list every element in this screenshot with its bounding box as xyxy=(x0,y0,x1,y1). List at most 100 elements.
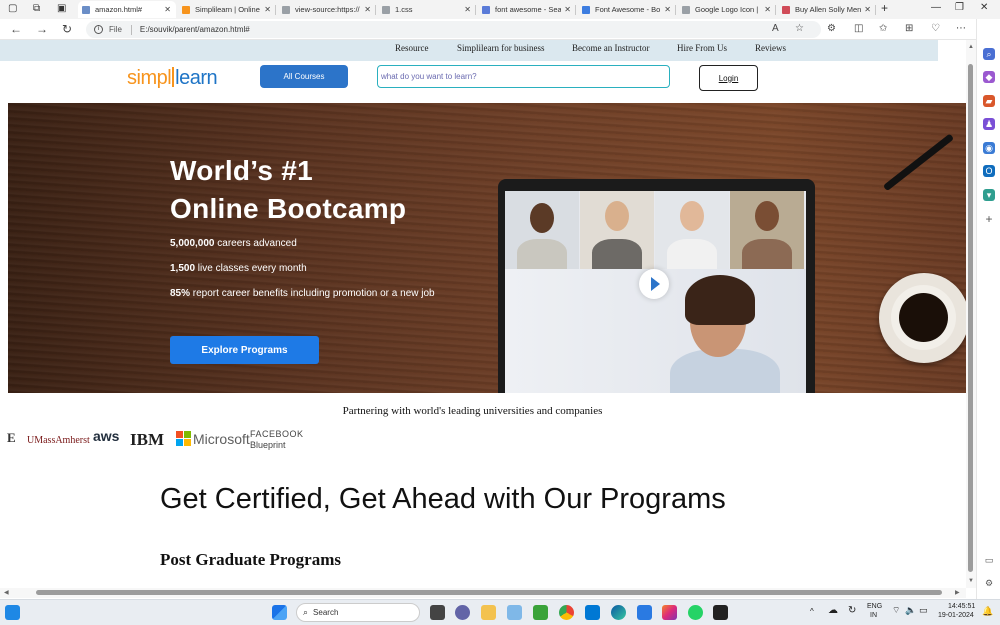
widgets-icon[interactable] xyxy=(5,605,20,620)
nav-reviews-link[interactable]: Reviews xyxy=(755,43,786,53)
tools-icon[interactable]: ▰ xyxy=(983,95,995,107)
browser-tab[interactable]: font awesome - Sea ✕ xyxy=(478,1,576,18)
tab-close-icon[interactable]: ✕ xyxy=(564,5,571,14)
task-view-icon[interactable] xyxy=(430,605,445,620)
wifi-icon[interactable]: ⌔ xyxy=(892,605,900,616)
notification-bell-icon[interactable]: 🔔 xyxy=(982,606,993,617)
games-icon[interactable]: ♟ xyxy=(983,118,995,130)
scroll-down-icon[interactable]: ▼ xyxy=(968,578,974,584)
address-url[interactable]: E:/souvik/parent/amazon.html# xyxy=(140,25,250,34)
edge-taskbar-icon[interactable] xyxy=(611,605,626,620)
office-icon[interactable]: ◉ xyxy=(983,142,995,154)
edge-sidebar: ⌕ ◆ ▰ ♟ ◉ O ▾ + ▭ ⚙ xyxy=(976,19,1000,599)
minimize-icon[interactable]: — xyxy=(931,2,941,13)
terminal-icon[interactable] xyxy=(713,605,728,620)
language-indicator[interactable]: ENG xyxy=(867,603,882,610)
tab-close-icon[interactable]: ✕ xyxy=(364,5,371,14)
show-hidden-icons[interactable]: ^ xyxy=(810,607,814,616)
simplilearn-logo[interactable]: simpl learn xyxy=(127,67,218,90)
taskbar-search[interactable]: ⌕ Search xyxy=(296,603,420,622)
clock-time[interactable]: 14:45:51 xyxy=(948,603,975,610)
logo-bar xyxy=(172,67,175,87)
notepad-icon[interactable] xyxy=(637,605,652,620)
all-courses-button[interactable]: All Courses xyxy=(260,65,348,88)
horizontal-scroll-thumb[interactable] xyxy=(36,590,942,595)
hero-stat-classes: 1,500 live classes every month xyxy=(170,263,307,274)
sidebar-settings-icon[interactable]: ⚙ xyxy=(983,577,995,589)
course-search-input[interactable] xyxy=(377,65,670,88)
nav-hire-link[interactable]: Hire From Us xyxy=(677,43,727,53)
search-sidebar-icon[interactable]: ⌕ xyxy=(983,48,995,60)
xbox-icon[interactable] xyxy=(533,605,548,620)
forward-icon[interactable]: → xyxy=(36,22,48,36)
shopping-icon[interactable]: ◆ xyxy=(983,71,995,83)
back-icon[interactable]: ← xyxy=(10,22,22,36)
nav-resource-link[interactable]: Resource xyxy=(395,43,429,53)
battery-icon[interactable]: ▭ xyxy=(919,605,928,616)
clock-date[interactable]: 19-01-2024 xyxy=(938,612,974,619)
browser-tab[interactable]: Simplilearn | Online ✕ xyxy=(178,1,276,18)
collections-icon[interactable]: ⊞ xyxy=(905,23,913,34)
extensions-icon[interactable]: ⚙ xyxy=(827,23,836,34)
restore-icon[interactable]: ❐ xyxy=(955,2,964,13)
browser-toolbar: ← → ↻ i File E:/souvik/parent/amazon.htm… xyxy=(0,19,1000,40)
tab-close-icon[interactable]: ✕ xyxy=(164,5,171,14)
read-aloud-icon[interactable]: A xyxy=(772,23,779,34)
wood-texture xyxy=(8,103,966,393)
drop-icon[interactable]: ▾ xyxy=(983,189,995,201)
outlook-icon[interactable]: O xyxy=(983,165,995,177)
browser-tab[interactable]: amazon.html# ✕ xyxy=(78,1,176,18)
volume-icon[interactable]: 🔈 xyxy=(905,605,916,616)
add-sidebar-app-icon[interactable]: + xyxy=(983,213,995,225)
workspaces-icon[interactable]: ⧉ xyxy=(33,3,40,14)
nav-business-link[interactable]: Simplilearn for business xyxy=(457,43,545,53)
photos-icon[interactable] xyxy=(507,605,522,620)
login-button[interactable]: Login xyxy=(699,65,758,91)
tab-close-icon[interactable]: ✕ xyxy=(664,5,671,14)
address-bar[interactable]: i File E:/souvik/parent/amazon.html# xyxy=(86,21,821,38)
nav-instructor-link[interactable]: Become an Instructor xyxy=(572,43,649,53)
scroll-right-icon[interactable]: ▶ xyxy=(955,589,960,596)
play-video-button[interactable] xyxy=(639,269,669,299)
taskbar-search-label: Search xyxy=(313,608,339,617)
profile-icon[interactable]: ▢ xyxy=(8,3,17,14)
region-indicator[interactable]: IN xyxy=(870,612,877,619)
vertical-scrollbar[interactable]: ▲ ▼ xyxy=(966,40,976,588)
onedrive-icon[interactable]: ☁ xyxy=(828,605,838,616)
browser-tab[interactable]: view-source:https:// ✕ xyxy=(278,1,376,18)
tab-close-icon[interactable]: ✕ xyxy=(264,5,271,14)
whatsapp-icon[interactable] xyxy=(688,605,703,620)
start-icon[interactable] xyxy=(272,605,287,620)
tab-separator xyxy=(775,5,776,15)
update-icon[interactable]: ↻ xyxy=(848,605,856,616)
tab-close-icon[interactable]: ✕ xyxy=(764,5,771,14)
vertical-scroll-thumb[interactable] xyxy=(968,64,973,572)
favorite-star-icon[interactable]: ☆ xyxy=(795,23,804,34)
tab-actions-icon[interactable]: ▣ xyxy=(57,3,66,14)
sidebar-layout-icon[interactable]: ▭ xyxy=(983,554,995,566)
browser-tab[interactable]: Buy Allen Solly Men ✕ xyxy=(778,1,876,18)
split-screen-icon[interactable]: ◫ xyxy=(854,23,863,34)
instagram-icon[interactable] xyxy=(662,605,677,620)
browser-tab[interactable]: Google Logo Icon | ✕ xyxy=(678,1,776,18)
scroll-up-icon[interactable]: ▲ xyxy=(968,44,974,50)
site-info-icon[interactable]: i xyxy=(94,25,103,34)
explore-programs-button[interactable]: Explore Programs xyxy=(170,336,319,364)
browser-tab[interactable]: Font Awesome - Bo ✕ xyxy=(578,1,676,18)
favorites-icon[interactable]: ✩ xyxy=(879,23,887,34)
new-tab-icon[interactable]: + xyxy=(881,1,888,15)
chrome-icon[interactable] xyxy=(559,605,574,620)
horizontal-scrollbar[interactable]: ◀ ▶ xyxy=(0,588,966,598)
file-explorer-icon[interactable] xyxy=(481,605,496,620)
browser-tab[interactable]: 1.css ✕ xyxy=(378,1,476,18)
refresh-icon[interactable]: ↻ xyxy=(62,22,72,36)
more-menu-icon[interactable]: ⋯ xyxy=(956,23,966,34)
browser-essentials-icon[interactable]: ♡ xyxy=(931,23,940,34)
tab-close-icon[interactable]: ✕ xyxy=(464,5,471,14)
chat-icon[interactable] xyxy=(455,605,470,620)
vscode-icon[interactable] xyxy=(585,605,600,620)
scroll-left-icon[interactable]: ◀ xyxy=(4,589,9,596)
close-window-icon[interactable]: ✕ xyxy=(980,2,988,13)
post-graduate-heading: Post Graduate Programs xyxy=(160,550,341,569)
tab-close-icon[interactable]: ✕ xyxy=(864,5,871,14)
